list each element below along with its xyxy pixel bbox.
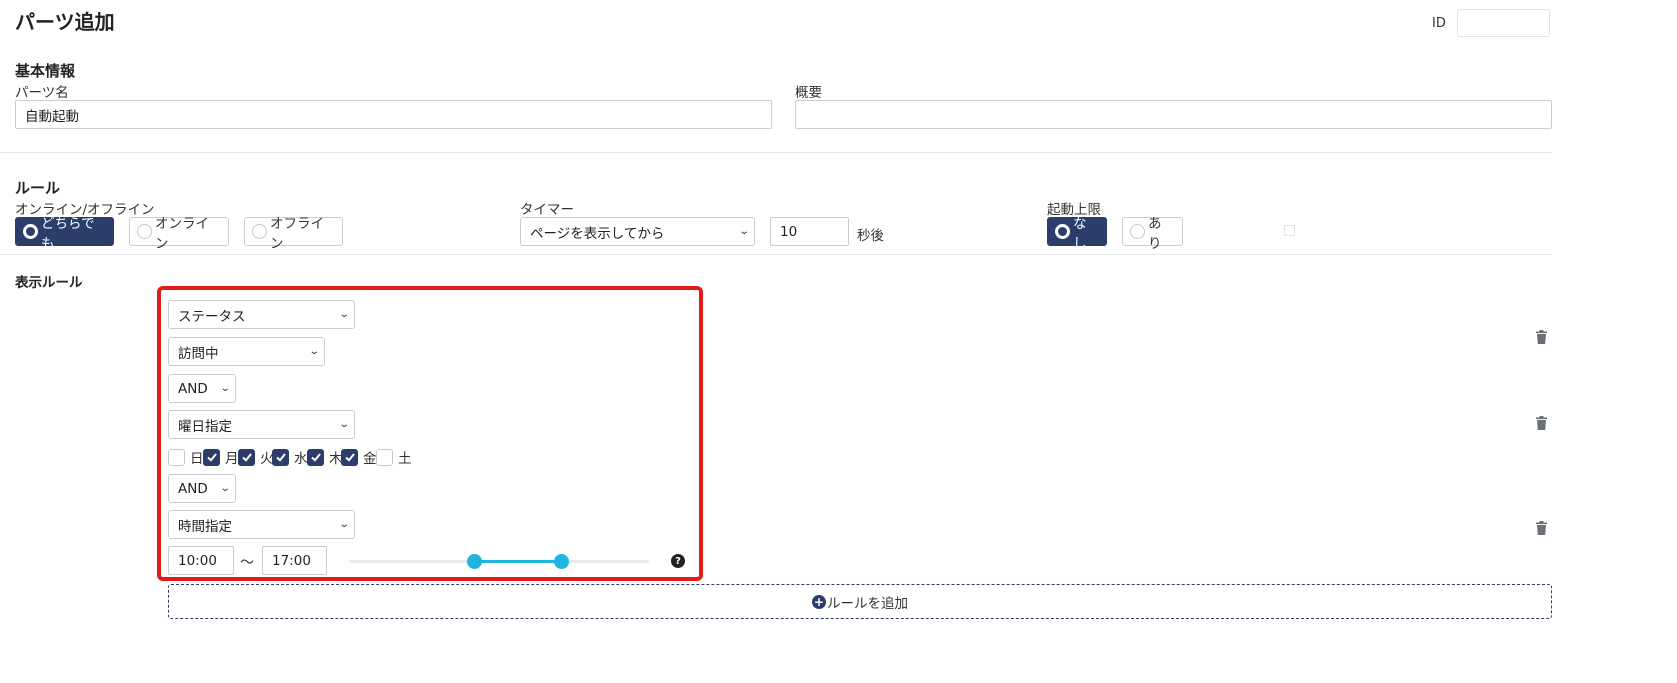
radio-limit-yes[interactable]: あり [1122,216,1183,252]
chevron-down-icon: ⌄ [338,419,350,430]
parts-name-input[interactable] [15,100,772,129]
radio-offline-label: オフライン [270,215,324,252]
radio-dot-icon [23,224,38,239]
radio-limit-none-label: なし [1073,215,1087,252]
basic-info-heading: 基本情報 [15,62,76,80]
weekday-wed-label: 水 [294,451,308,467]
radio-limit-yes-label: あり [1148,215,1162,252]
checkbox-mon[interactable] [203,448,220,466]
radio-dot-icon [1130,224,1145,239]
radio-either-label: どちらでも [41,215,95,252]
checkbox-sat[interactable] [376,448,393,466]
chevron-down-icon: ⌄ [338,309,350,320]
chevron-down-icon: ⌄ [738,226,750,237]
check-icon [344,453,355,462]
trash-icon[interactable] [1536,521,1547,535]
timer-unit: 秒後 [857,228,884,244]
checkbox-thu[interactable] [307,448,324,466]
help-icon[interactable]: ? [671,554,685,568]
time-slider-range [474,560,562,563]
checkbox-tue[interactable] [238,448,255,466]
operator1-select[interactable]: AND ⌄ [168,374,236,403]
checkbox-fri[interactable] [341,448,358,466]
weekday-fri[interactable]: 金 [341,447,377,467]
chevron-down-icon: ⌄ [338,519,350,530]
page-title: パーツ追加 [15,10,115,34]
rules-heading: ルール [15,179,61,197]
weekday-wed[interactable]: 水 [272,447,308,467]
condition3-type-value: 時間指定 [178,518,232,535]
time-slider-start-handle[interactable] [466,554,482,569]
condition1-value-text: 訪問中 [178,345,219,362]
radio-dot-icon [1055,224,1070,239]
check-icon [275,453,286,462]
weekday-tue[interactable]: 火 [238,447,274,467]
radio-dot-icon [252,224,267,239]
operator2-select[interactable]: AND ⌄ [168,474,236,503]
radio-online-label: オンライン [155,215,209,252]
time-end-input[interactable] [262,546,327,575]
weekday-sun[interactable]: 日 [168,447,204,467]
condition1-type-select[interactable]: ステータス ⌄ [168,300,355,329]
timer-select[interactable]: ページを表示してから ⌄ [520,217,755,246]
display-rules-heading: 表示ルール [15,275,83,291]
section-divider [0,254,1552,255]
radio-limit-none[interactable]: なし [1047,216,1107,252]
checkbox-wed[interactable] [272,448,289,466]
weekday-fri-label: 金 [363,451,377,467]
trash-icon[interactable] [1536,330,1547,344]
condition1-type-value: ステータス [178,308,246,325]
summary-label: 概要 [795,85,822,101]
operator2-value: AND [178,480,208,497]
id-input[interactable] [1457,9,1550,37]
summary-input[interactable] [795,100,1552,129]
check-icon [241,453,252,462]
condition1-value-select[interactable]: 訪問中 ⌄ [168,337,325,366]
weekday-mon-label: 月 [225,451,239,467]
time-start-input[interactable] [168,546,234,575]
weekday-thu[interactable]: 木 [307,447,343,467]
weekday-mon[interactable]: 月 [203,447,239,467]
chevron-down-icon: ⌄ [219,483,231,494]
condition2-type-value: 曜日指定 [178,418,232,435]
timer-select-value: ページを表示してから [530,225,665,242]
parts-name-label: パーツ名 [15,85,69,101]
add-rule-label: ルールを追加 [827,595,908,612]
chevron-down-icon: ⌄ [308,346,320,357]
weekday-sat[interactable]: 土 [376,447,412,467]
condition2-type-select[interactable]: 曜日指定 ⌄ [168,410,355,439]
disabled-field-icon [1284,225,1295,236]
id-label: ID [1432,16,1446,31]
checkbox-sun[interactable] [168,448,185,466]
weekday-sun-label: 日 [190,451,204,467]
time-slider-end-handle[interactable] [553,554,569,569]
check-icon [206,453,217,462]
time-separator: 〜 [240,555,254,571]
add-rule-button[interactable]: + ルールを追加 [168,584,1552,619]
operator1-value: AND [178,380,208,397]
chevron-down-icon: ⌄ [219,383,231,394]
plus-circle-icon: + [812,594,826,609]
radio-dot-icon [137,224,152,239]
radio-either[interactable]: どちらでも [15,216,114,252]
timer-seconds-input[interactable] [770,217,849,246]
condition3-type-select[interactable]: 時間指定 ⌄ [168,510,355,539]
check-icon [310,453,321,462]
section-divider [0,152,1552,153]
weekday-sat-label: 土 [398,451,412,467]
timer-label: タイマー [520,202,574,218]
trash-icon[interactable] [1536,416,1547,430]
radio-offline[interactable]: オフライン [244,216,343,252]
radio-online[interactable]: オンライン [129,216,229,252]
